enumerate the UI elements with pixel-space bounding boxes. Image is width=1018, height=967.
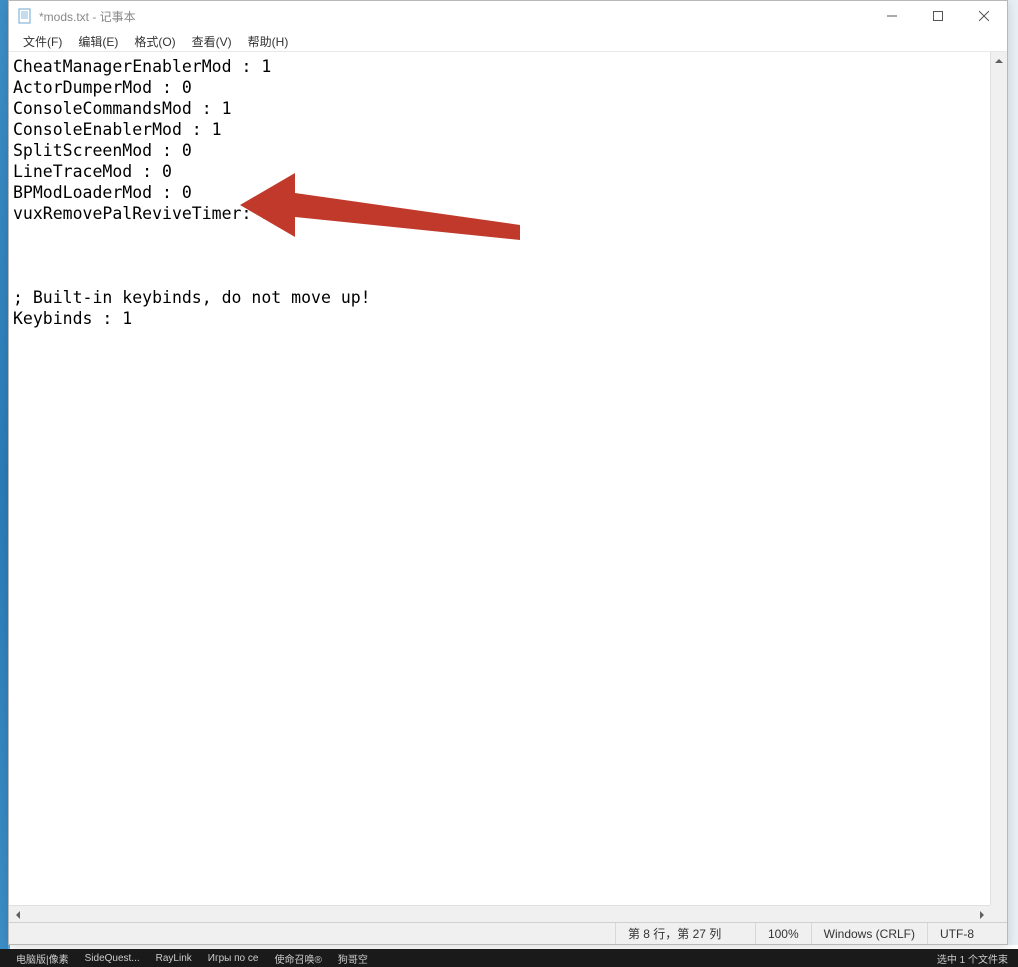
vertical-scrollbar[interactable] — [990, 52, 1007, 905]
scroll-up-icon[interactable] — [991, 52, 1007, 69]
menu-help[interactable]: 帮助(H) — [240, 31, 297, 52]
taskbar-item[interactable]: Игры по се — [200, 953, 267, 964]
taskbar-item[interactable]: 使命召唤® — [266, 951, 329, 966]
titlebar[interactable]: *mods.txt - 记事本 — [9, 1, 1007, 31]
minimize-button[interactable] — [869, 1, 915, 31]
taskbar-right-text: 选中 1 个文件束 — [937, 951, 1018, 966]
scroll-down-icon[interactable] — [991, 888, 1007, 905]
scroll-left-icon[interactable] — [9, 906, 26, 923]
desktop-right-edge — [1008, 0, 1018, 945]
notepad-window: *mods.txt - 记事本 文件(F) 编辑(E) 格式(O) 查看(V) … — [8, 0, 1008, 945]
maximize-button[interactable] — [915, 1, 961, 31]
status-zoom: 100% — [755, 923, 811, 944]
window-controls — [869, 1, 1007, 31]
text-editor[interactable]: CheatManagerEnablerMod : 1 ActorDumperMo… — [9, 52, 990, 905]
horizontal-scrollbar[interactable] — [9, 905, 990, 922]
menu-edit[interactable]: 编辑(E) — [70, 31, 126, 52]
menu-file[interactable]: 文件(F) — [15, 31, 70, 52]
content-area: CheatManagerEnablerMod : 1 ActorDumperMo… — [9, 52, 1007, 905]
taskbar-item[interactable]: 狗哥空 — [330, 951, 376, 966]
close-button[interactable] — [961, 1, 1007, 31]
desktop-background — [0, 0, 8, 967]
scroll-right-icon[interactable] — [973, 906, 990, 923]
menubar: 文件(F) 编辑(E) 格式(O) 查看(V) 帮助(H) — [9, 31, 1007, 52]
status-line-ending: Windows (CRLF) — [811, 923, 927, 944]
taskbar-item[interactable]: 电脑版|像素 — [8, 951, 77, 966]
notepad-icon — [17, 8, 33, 24]
scrollbar-corner — [990, 905, 1007, 922]
menu-view[interactable]: 查看(V) — [184, 31, 240, 52]
window-title: *mods.txt - 记事本 — [39, 8, 869, 25]
statusbar: 第 8 行，第 27 列 100% Windows (CRLF) UTF-8 — [9, 922, 1007, 944]
scrollbar-h-track[interactable] — [26, 906, 973, 922]
status-position: 第 8 行，第 27 列 — [615, 923, 755, 944]
status-encoding: UTF-8 — [927, 923, 1007, 944]
menu-format[interactable]: 格式(O) — [126, 31, 183, 52]
taskbar-item[interactable]: SideQuest... — [77, 953, 148, 964]
taskbar-item[interactable]: RayLink — [148, 953, 200, 964]
taskbar[interactable]: 电脑版|像素 SideQuest... RayLink Игры по се 使… — [0, 949, 1018, 967]
